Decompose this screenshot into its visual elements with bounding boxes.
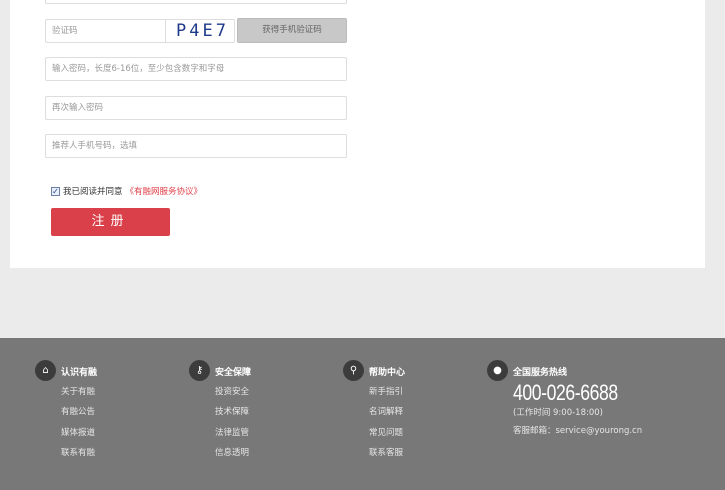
footer-heading: 安全保障 [215,368,252,378]
key-icon: ⚷ [189,360,210,381]
agree-text: 我已阅读并同意 [63,187,123,197]
footer-link[interactable]: 联系有融 [61,446,95,458]
footer-link[interactable]: 有融公告 [61,405,95,417]
agree-checkbox[interactable]: ✓ [51,186,60,196]
footer-link[interactable]: 新手指引 [369,385,403,397]
working-hours: (工作时间 9:00-18:00) [513,408,603,418]
hotline-heading: 全国服务热线 [513,368,568,378]
footer-link[interactable]: 投资安全 [215,385,249,397]
footer-link[interactable]: 名词解释 [369,405,403,417]
search-icon: ⚲ [343,360,364,381]
confirm-password-input[interactable] [45,96,347,120]
footer-link[interactable]: 技术保障 [215,405,249,417]
footer-link[interactable]: 媒体报道 [61,426,95,438]
password-input[interactable] [45,57,347,81]
footer-link[interactable]: 联系客服 [369,446,403,458]
agreement-row: ✓ 我已阅读并同意 《有融网服务协议》 [51,185,202,197]
home-icon: ⌂ [35,360,56,381]
hotline-phone: 400-026-6688 [513,380,618,405]
footer-heading: 认识有融 [61,368,98,378]
footer-heading: 帮助中心 [369,368,406,378]
service-email: 客服邮箱：service@yourong.cn [513,426,643,436]
get-sms-code-button[interactable]: 获得手机验证码 [237,18,347,43]
captcha-image[interactable]: P4E7 [165,19,235,43]
user-icon: ● [487,360,508,381]
footer: ⌂ 认识有融 关于有融 有融公告 媒体报道 联系有融 ⚷ 安全保障 投资安全 技… [0,338,725,490]
footer-link[interactable]: 信息透明 [215,446,249,458]
service-agreement-link[interactable]: 《有融网服务协议》 [126,185,203,197]
phone-input[interactable] [45,0,347,4]
footer-link[interactable]: 法律监管 [215,426,249,438]
register-button[interactable]: 注册 [51,208,170,236]
referrer-phone-input[interactable] [45,134,347,158]
footer-link[interactable]: 关于有融 [61,385,95,397]
footer-link[interactable]: 常见问题 [369,426,403,438]
